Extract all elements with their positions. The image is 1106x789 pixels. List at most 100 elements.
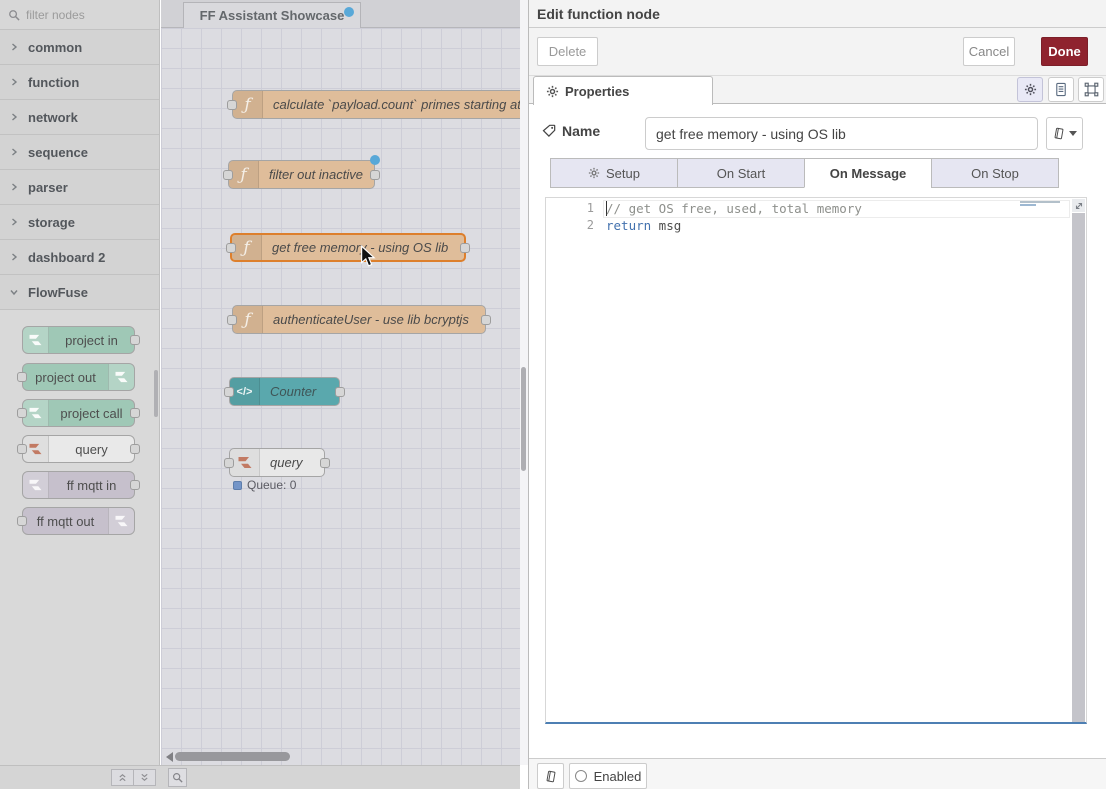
search-flows-button[interactable] [168,768,187,787]
node-label: filter out inactive [259,161,373,188]
palette-category-common[interactable]: common [0,30,159,65]
node-label: get free memory - using OS lib [262,235,458,260]
code-icon: </> [230,378,260,405]
flowfuse-icon [230,449,260,476]
editor-minimap[interactable] [1020,201,1070,207]
edit-tray: Edit function node Delete Cancel Done Pr… [528,0,1106,789]
node-counter[interactable]: </> Counter [229,377,340,406]
workspace-canvas[interactable]: FF Assistant Showcase ƒ calculate `paylo… [161,0,520,765]
category-label: FlowFuse [28,285,88,300]
editor-expand-button[interactable] [1072,199,1085,212]
appearance-icon [1084,82,1099,97]
tab-setup[interactable]: Setup [550,158,678,188]
name-row: Name [529,113,1106,153]
tab-on-message[interactable]: On Message [804,158,932,188]
edit-description-button[interactable] [1048,77,1074,102]
enabled-circle-icon [575,770,587,782]
expand-categories-button[interactable] [133,769,156,786]
enabled-toggle-button[interactable]: Enabled [569,763,647,789]
palette-filter-input[interactable] [26,8,146,22]
node-status: Queue: 0 [233,478,296,492]
output-port[interactable] [130,408,140,418]
palette-node-project-call[interactable]: project call [22,399,135,427]
hscroll-thumb[interactable] [175,752,290,761]
library-export-button[interactable] [537,763,564,789]
node-calculate-primes[interactable]: ƒ calculate `payload.count` primes start… [232,90,520,119]
flowfuse-icon [23,472,49,498]
tab-on-stop[interactable]: On Stop [931,158,1059,188]
chevron-right-icon [10,183,28,191]
input-port[interactable] [227,100,237,110]
node-query[interactable]: query [229,448,325,477]
delete-button[interactable]: Delete [537,37,598,66]
node-authenticate-user[interactable]: ƒ authenticateUser - use lib bcryptjs [232,305,486,334]
palette-node-project-out[interactable]: project out [22,363,135,391]
tray-footer: Enabled [529,758,1106,789]
palette-category-dashboard-2[interactable]: dashboard 2 [0,240,159,275]
palette-footer [0,765,161,789]
hscroll-left-arrow[interactable] [166,752,173,762]
function-icon: ƒ [233,91,263,118]
input-port[interactable] [17,408,27,418]
output-port[interactable] [370,170,380,180]
node-get-free-memory[interactable]: ƒ get free memory - using OS lib [230,233,466,262]
flow-tab[interactable]: FF Assistant Showcase [183,2,361,28]
palette-scrollbar[interactable] [154,370,158,417]
palette-node-ff-mqtt-in[interactable]: ff mqtt in [22,471,135,499]
output-port[interactable] [130,335,140,345]
tab-on-start[interactable]: On Start [677,158,805,188]
tray-tab-row: Properties [529,76,1106,104]
node-filter-out-inactive[interactable]: ƒ filter out inactive [228,160,375,189]
output-port[interactable] [335,387,345,397]
output-port[interactable] [130,480,140,490]
palette-category-sequence[interactable]: sequence [0,135,159,170]
node-appearance-button[interactable] [1078,77,1104,102]
chevron-down-icon [10,288,28,296]
chevron-right-icon [10,43,28,51]
palette-category-network[interactable]: network [0,100,159,135]
chevron-right-icon [10,113,28,121]
palette-category-function[interactable]: function [0,65,159,100]
category-label: storage [28,215,75,230]
palette-node-query[interactable]: query [22,435,135,463]
output-port[interactable] [320,458,330,468]
palette-category-parser[interactable]: parser [0,170,159,205]
library-button[interactable] [1046,117,1083,150]
input-port[interactable] [224,458,234,468]
tab-properties[interactable]: Properties [533,76,713,105]
status-text: Queue: 0 [247,478,296,492]
input-port[interactable] [17,372,27,382]
palette-node-label: project in [49,333,134,348]
flow-tab-label: FF Assistant Showcase [200,8,345,23]
code-editor[interactable]: 1 2 // get OS free, used, total memory r… [545,197,1087,724]
tab-label: On Start [717,166,765,181]
palette-node-project-in[interactable]: project in [22,326,135,354]
input-port[interactable] [17,444,27,454]
output-port[interactable] [460,243,470,253]
node-red-editor: common function network sequence parser … [0,0,1106,789]
done-button[interactable]: Done [1041,37,1088,66]
palette-category-flowfuse[interactable]: FlowFuse [0,275,159,310]
cancel-button[interactable]: Cancel [963,37,1015,66]
input-port[interactable] [224,387,234,397]
editor-scrollbar[interactable] [1072,213,1085,722]
category-label: dashboard 2 [28,250,105,265]
palette-node-ff-mqtt-out[interactable]: ff mqtt out [22,507,135,535]
edit-properties-button[interactable] [1017,77,1043,102]
vscroll-thumb[interactable] [521,367,526,471]
code-keyword: return [606,218,651,233]
collapse-categories-button[interactable] [111,769,134,786]
output-port[interactable] [481,315,491,325]
canvas-vertical-scrollbar[interactable] [520,0,528,765]
input-port[interactable] [226,243,236,253]
function-tabs: Setup On Start On Message On Stop [550,158,1059,188]
input-port[interactable] [17,516,27,526]
input-port[interactable] [223,170,233,180]
output-port[interactable] [130,444,140,454]
tray-header: Edit function node [529,0,1106,28]
name-input[interactable] [645,117,1038,150]
palette-category-storage[interactable]: storage [0,205,159,240]
input-port[interactable] [227,315,237,325]
flowfuse-icon [23,327,49,353]
function-icon: ƒ [233,306,263,333]
